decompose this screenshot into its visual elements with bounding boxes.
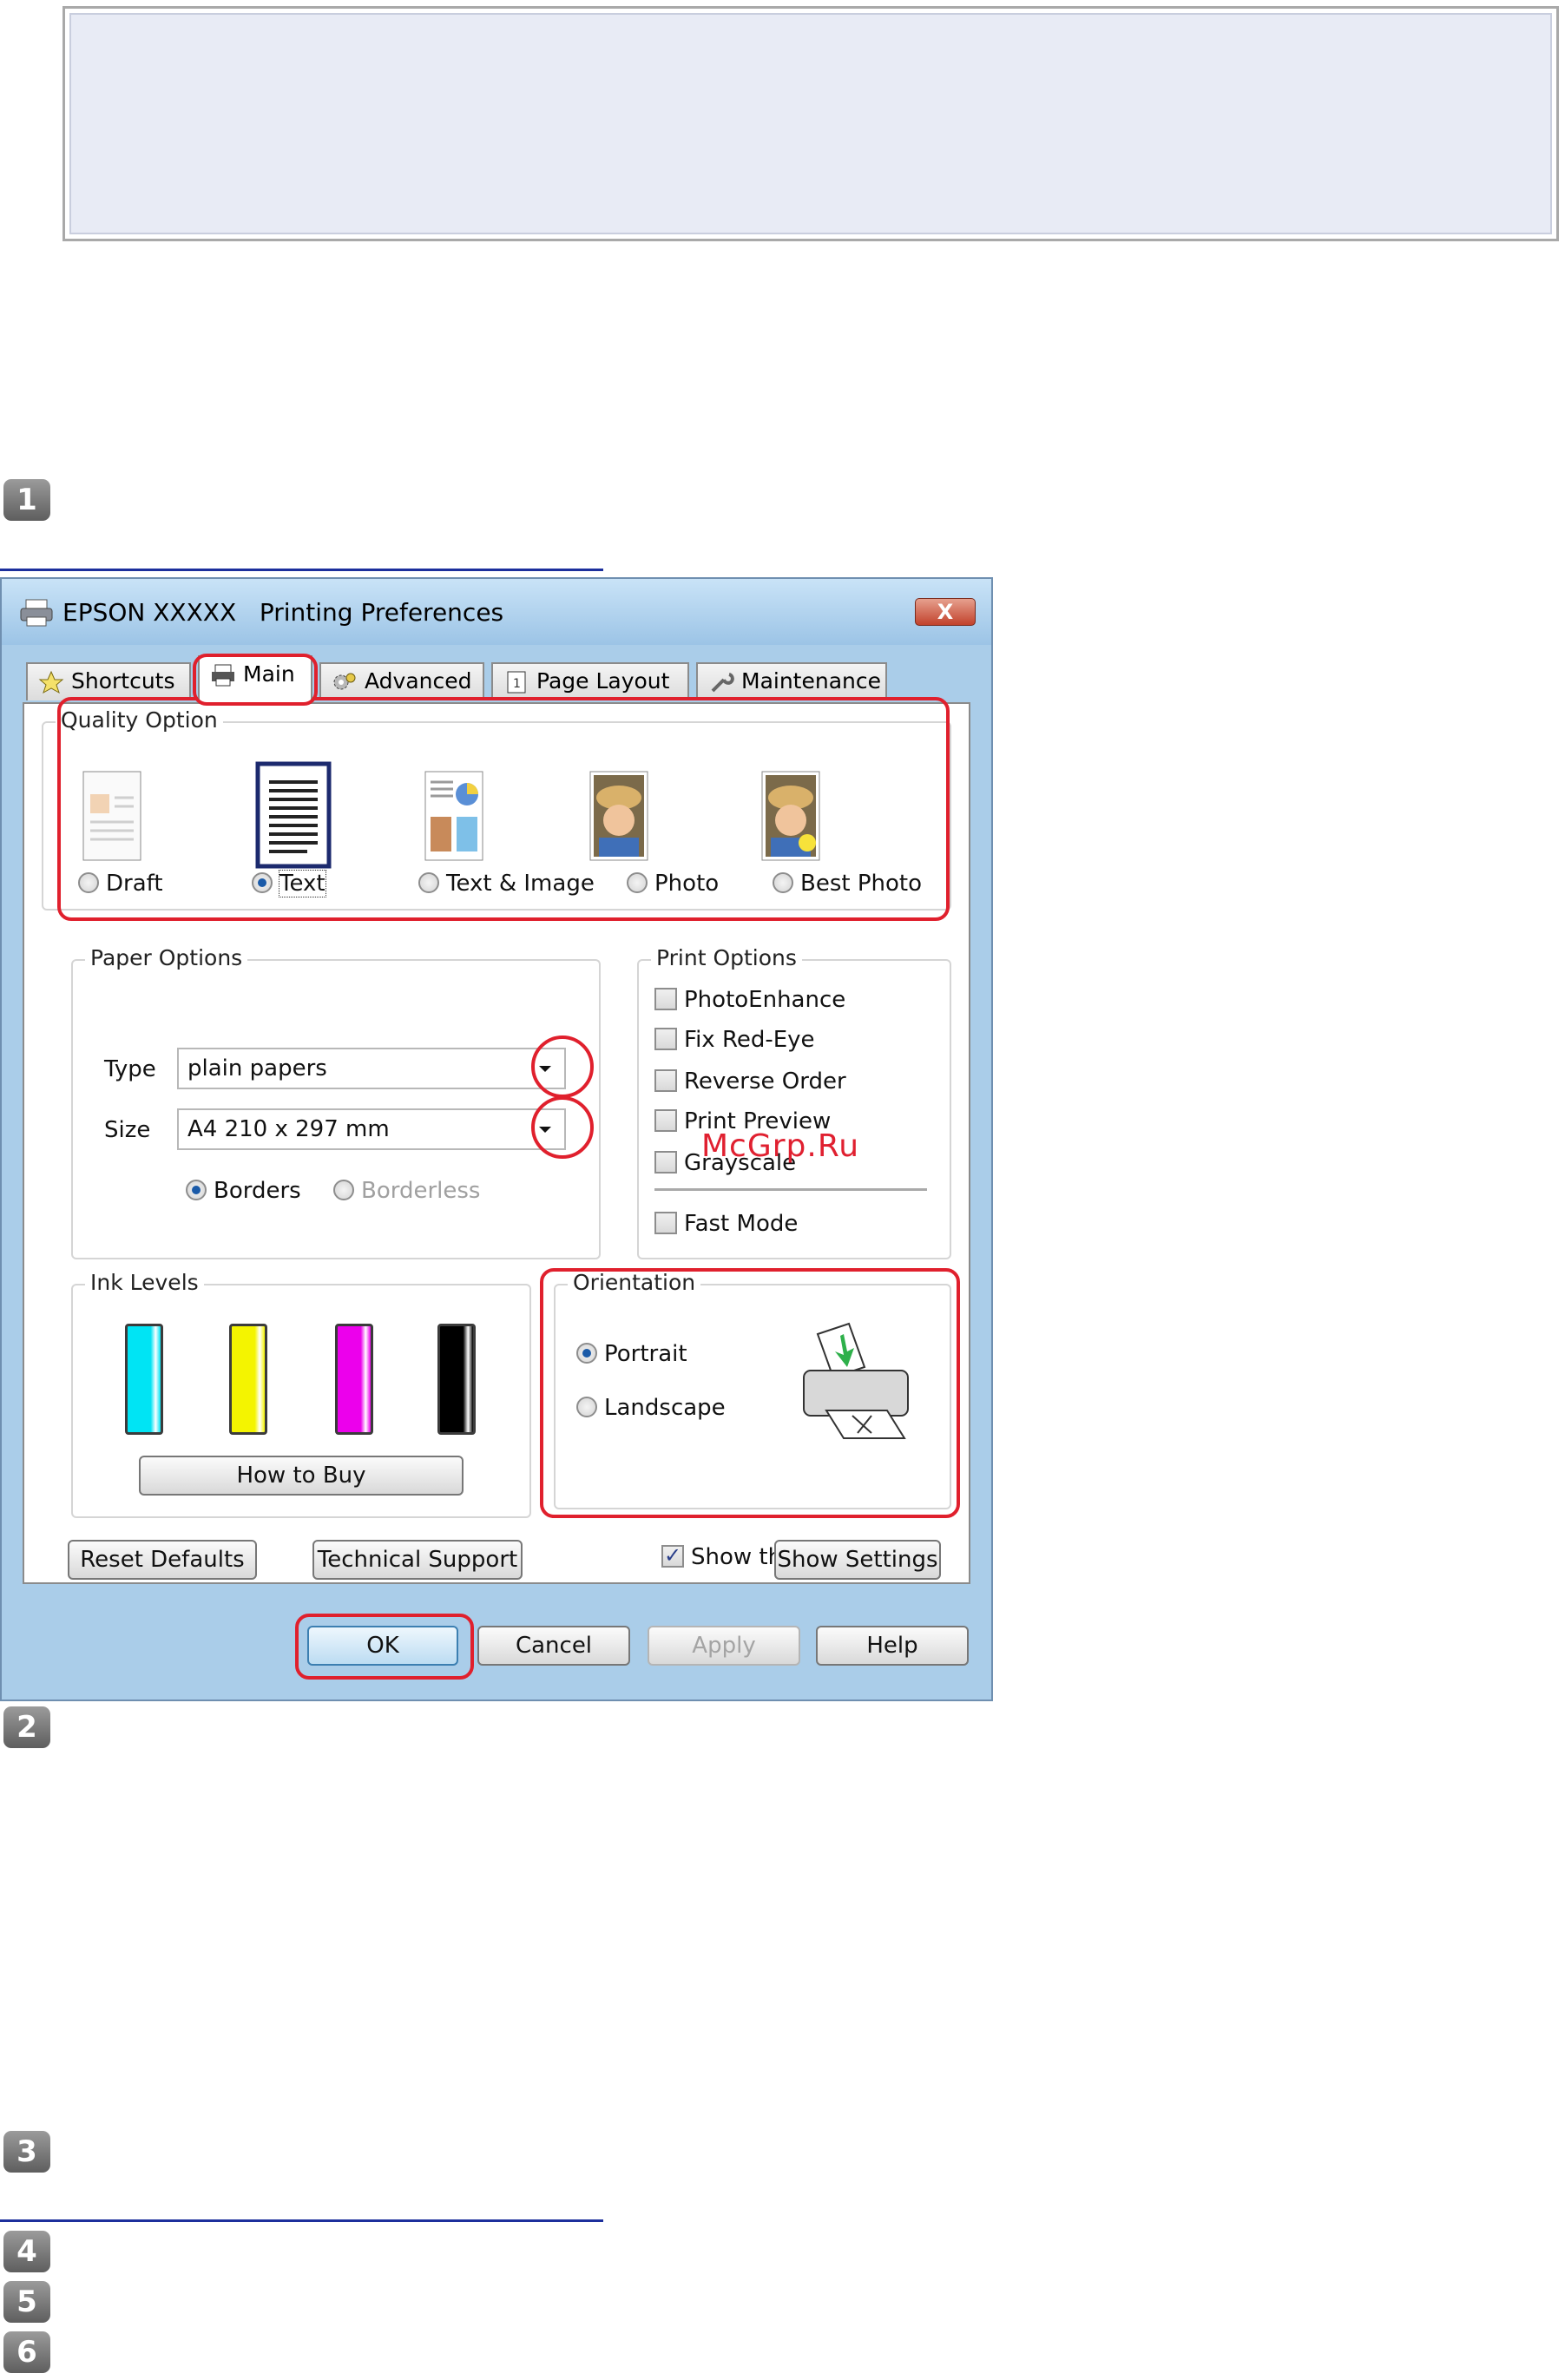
group-label: Print Options	[651, 945, 802, 970]
checkbox-box	[654, 1027, 677, 1050]
highlight-orientation	[540, 1268, 960, 1518]
checkbox-box	[654, 1150, 677, 1174]
checkbox-box: ✓	[661, 1544, 684, 1568]
show-settings-button[interactable]: Show Settings	[774, 1540, 941, 1580]
paper-options-group: Paper Options Type plain papers Size A4 …	[71, 945, 601, 1259]
tab-maintenance[interactable]: Maintenance	[696, 662, 887, 700]
step-badge-4: 4	[3, 2231, 50, 2272]
radio-dot	[186, 1179, 207, 1200]
ink-black	[437, 1324, 476, 1435]
ink-cyan	[125, 1324, 163, 1435]
tab-page-layout[interactable]: 1 Page Layout	[491, 662, 689, 700]
wrench-icon	[711, 673, 734, 693]
group-label: Ink Levels	[85, 1270, 204, 1295]
checkbox-box	[654, 1068, 677, 1092]
page-icon: 1	[507, 671, 526, 694]
checkbox-box	[654, 1211, 677, 1234]
help-button[interactable]: Help	[816, 1626, 969, 1666]
checkbox-label: Reverse Order	[684, 1068, 846, 1095]
ink-yellow	[229, 1324, 267, 1435]
select-value: A4 210 x 297 mm	[187, 1116, 390, 1142]
radio-borderless[interactable]: Borderless	[333, 1178, 480, 1204]
printer-icon	[20, 599, 53, 627]
paper-size-select[interactable]: A4 210 x 297 mm	[177, 1108, 566, 1150]
checkbox-box	[654, 1108, 677, 1132]
step-badge-2: 2	[3, 1706, 50, 1748]
type-label: Type	[104, 1056, 156, 1082]
gears-icon	[333, 673, 356, 690]
checkbox-fix-red-eye[interactable]: Fix Red-Eye	[654, 1027, 815, 1053]
checkbox-label: Fix Red-Eye	[684, 1027, 815, 1053]
print-options-group: Print Options PhotoEnhance Fix Red-Eye R…	[637, 945, 951, 1259]
radio-dot	[333, 1179, 354, 1200]
how-to-buy-button[interactable]: How to Buy	[139, 1456, 464, 1496]
highlight-type-arrow	[531, 1035, 594, 1098]
apply-button[interactable]: Apply	[648, 1626, 800, 1666]
step-badge-5: 5	[3, 2281, 50, 2323]
tab-label: Maintenance	[741, 668, 881, 694]
highlight-size-arrow	[531, 1096, 594, 1159]
checkbox-fast-mode[interactable]: Fast Mode	[654, 1211, 798, 1237]
highlight-main-tab	[193, 654, 318, 706]
checkbox-photoenhance[interactable]: PhotoEnhance	[654, 987, 845, 1013]
reset-defaults-button[interactable]: Reset Defaults	[68, 1540, 257, 1580]
note-box	[62, 6, 1559, 241]
step-badge-1: 1	[3, 479, 50, 521]
highlight-quality-option	[57, 697, 950, 921]
star-icon	[38, 670, 64, 694]
title-bar[interactable]: EPSON XXXXX Printing Preferences X	[2, 579, 991, 645]
tab-label: Page Layout	[536, 668, 670, 694]
window-title: EPSON XXXXX Printing Preferences	[62, 598, 504, 627]
size-label: Size	[104, 1117, 151, 1143]
tab-label: Advanced	[365, 668, 472, 694]
step-badge-3: 3	[3, 2131, 50, 2173]
close-button[interactable]: X	[915, 598, 976, 626]
ink-levels-group: Ink Levels How to Buy	[71, 1270, 531, 1518]
link-underline[interactable]	[0, 2219, 603, 2222]
tab-label: Shortcuts	[71, 668, 175, 694]
link-underline[interactable]	[0, 569, 603, 571]
checkbox-label: PhotoEnhance	[684, 987, 846, 1013]
step-badge-6: 6	[3, 2331, 50, 2373]
note-box-inner	[69, 13, 1552, 234]
tab-shortcuts[interactable]: Shortcuts	[26, 662, 191, 700]
cancel-button[interactable]: Cancel	[477, 1626, 630, 1666]
checkbox-box	[654, 987, 677, 1010]
paper-type-select[interactable]: plain papers	[177, 1048, 566, 1089]
svg-text:1: 1	[513, 677, 521, 691]
tab-advanced[interactable]: Advanced	[319, 662, 484, 700]
highlight-ok-button	[295, 1614, 474, 1680]
checkbox-reverse-order[interactable]: Reverse Order	[654, 1068, 846, 1095]
ink-magenta	[335, 1324, 373, 1435]
radio-label: Borders	[214, 1178, 301, 1204]
select-value: plain papers	[187, 1055, 327, 1082]
divider	[654, 1188, 927, 1191]
technical-support-button[interactable]: Technical Support	[312, 1540, 523, 1580]
radio-label: Borderless	[361, 1178, 481, 1204]
checkbox-label: Fast Mode	[684, 1211, 799, 1237]
watermark: McGrp.Ru	[701, 1128, 860, 1164]
group-label: Paper Options	[85, 945, 248, 970]
radio-borders[interactable]: Borders	[186, 1178, 301, 1204]
